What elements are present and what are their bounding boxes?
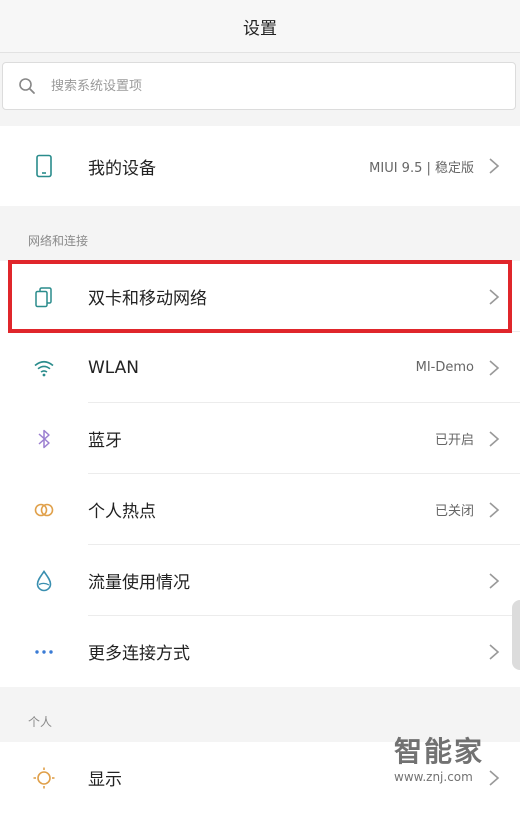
watermark-title: 智能家 (394, 735, 485, 768)
more-connections-row[interactable]: 更多连接方式 (0, 616, 520, 687)
hotspot-icon (34, 503, 54, 516)
wifi-icon (34, 360, 54, 376)
bluetooth-row[interactable]: 蓝牙 已开启 (0, 403, 520, 474)
wlan-row[interactable]: WLAN MI-Demo (0, 332, 520, 403)
search-input[interactable] (49, 77, 453, 95)
my-device-row[interactable]: 我的设备 MIUI 9.5 | 稳定版 (0, 126, 520, 206)
watermark: 智能家 www.znj.com (394, 730, 512, 794)
title-bar: 设置 (0, 0, 520, 53)
data-usage-label: 流量使用情况 (88, 573, 190, 593)
chevron-right-icon (488, 157, 500, 175)
bluetooth-value: 已开启 (434, 433, 474, 448)
more-dots-icon (35, 649, 53, 654)
sim-network-row[interactable]: 双卡和移动网络 (0, 261, 520, 332)
my-device-value: MIUI 9.5 | 稳定版 (369, 160, 474, 176)
my-device-label: 我的设备 (88, 158, 156, 179)
display-sun-icon (33, 767, 55, 788)
sim-card-icon (35, 286, 52, 307)
chevron-right-icon (488, 288, 500, 306)
chevron-right-icon (488, 572, 500, 590)
watermark-url: www.znj.com (394, 770, 473, 784)
personal-section-label: 个人 (28, 715, 53, 729)
hotspot-row[interactable]: 个人热点 已关闭 (0, 474, 520, 545)
search-icon (19, 78, 35, 94)
data-usage-row[interactable]: 流量使用情况 (0, 545, 520, 616)
chevron-right-icon (488, 501, 500, 519)
hotspot-value: 已关闭 (434, 504, 474, 519)
phone-icon (36, 154, 52, 178)
bluetooth-icon (38, 429, 50, 448)
chevron-right-icon (488, 359, 500, 377)
scroll-handle[interactable] (512, 600, 520, 670)
network-section-label: 网络和连接 (28, 234, 89, 248)
chevron-right-icon (488, 430, 500, 448)
page-title: 设置 (243, 18, 277, 39)
chevron-right-icon (488, 643, 500, 661)
hotspot-label: 个人热点 (88, 502, 156, 522)
sim-network-label: 双卡和移动网络 (88, 289, 207, 309)
wlan-value: MI-Demo (415, 360, 474, 375)
data-usage-icon (36, 569, 52, 591)
wlan-label: WLAN (88, 357, 140, 378)
device-group: 我的设备 MIUI 9.5 | 稳定版 (0, 126, 520, 206)
more-connections-label: 更多连接方式 (88, 644, 190, 664)
search-box[interactable] (2, 62, 516, 110)
bluetooth-label: 蓝牙 (88, 431, 122, 451)
network-group: 双卡和移动网络 WLAN MI-Demo 蓝牙 已开启 个人热点 已关闭 流量使… (0, 261, 520, 687)
